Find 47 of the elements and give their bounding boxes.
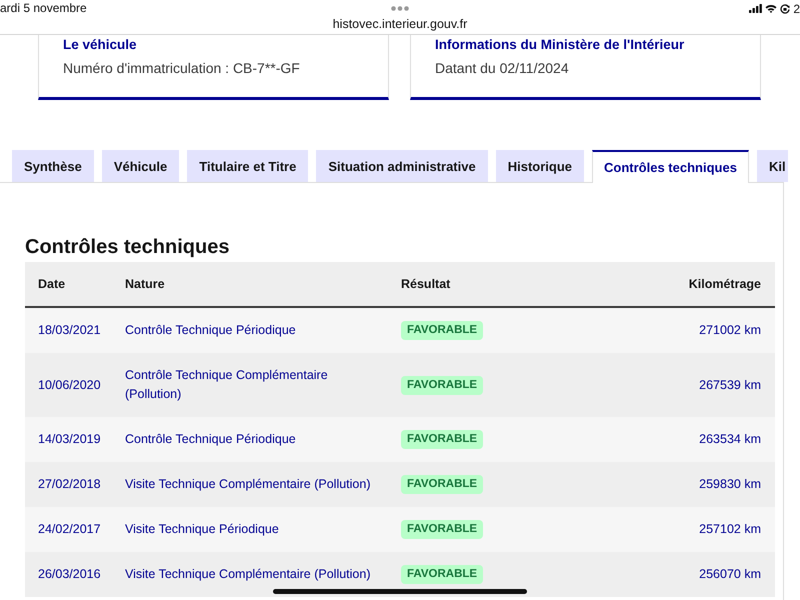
table-cell-text: 256070 km [698, 566, 762, 583]
card-title: Le véhicule [63, 37, 138, 53]
result-badge: FAVORABLE [401, 321, 484, 340]
status-date: ardi 5 novembre [0, 0, 87, 17]
column-header: Date [37, 276, 66, 292]
table-cell-text: Contrôle Technique Complémentaire (Pollution) [124, 367, 329, 403]
table-cell-text: Visite Technique Complémentaire (Pollution) [124, 566, 372, 583]
wifi-icon [765, 4, 778, 13]
table-cell-text: Visite Technique Complémentaire (Pollution) [124, 476, 372, 493]
column-header: Résultat [400, 276, 452, 292]
result-badge: FAVORABLE [401, 520, 484, 539]
table-cell-text: Contrôle Technique Périodique [124, 322, 297, 339]
table-cell-text: 259830 km [698, 476, 762, 493]
tab[interactable]: Kil [756, 150, 788, 182]
table-cell-text: 257102 km [698, 521, 762, 538]
card-text: Numéro d'immatriculation : CB-7**-GF [63, 59, 301, 78]
tab[interactable]: Situation administrative [316, 150, 488, 182]
signal-icon [749, 4, 762, 13]
table-cell-text: 26/03/2016 [37, 566, 102, 583]
status-text: 2 [793, 2, 800, 16]
url-text[interactable]: histovec.interieur.gouv.fr [332, 17, 468, 32]
table-cell-text: 267539 km [698, 376, 762, 394]
column-header: Nature [124, 276, 166, 292]
column-header: Kilométrage [688, 276, 762, 292]
tab[interactable]: Véhicule [102, 150, 180, 182]
table-cell-text: 18/03/2021 [37, 322, 102, 339]
more-dots-icon[interactable] [391, 6, 409, 11]
result-badge: FAVORABLE [401, 376, 484, 394]
table-cell-text: 10/06/2020 [37, 376, 102, 394]
tab[interactable]: Titulaire et Titre [187, 150, 308, 182]
card-text: Datant du 02/11/2024 [435, 59, 570, 78]
table-cell-text: 27/02/2018 [37, 476, 102, 493]
result-badge: FAVORABLE [401, 565, 484, 584]
circle-arrow-icon [780, 4, 790, 14]
tab[interactable]: Historique [496, 150, 584, 182]
table-cell-text: Contrôle Technique Périodique [124, 431, 297, 448]
table-cell-text: 263534 km [698, 431, 762, 448]
section-heading: Contrôles techniques [25, 235, 230, 259]
result-badge: FAVORABLE [401, 475, 484, 494]
tab[interactable]: Synthèse [12, 150, 94, 182]
result-badge: FAVORABLE [401, 430, 484, 449]
table-cell-text: Visite Technique Périodique [124, 521, 280, 538]
table-cell-text: 271002 km [698, 322, 762, 339]
tab[interactable]: Contrôles techniques [592, 150, 749, 183]
card-title: Informations du Ministère de l'Intérieur [435, 37, 686, 53]
table-cell-text: 14/03/2019 [37, 431, 102, 448]
table-cell-text: 24/02/2017 [37, 521, 102, 538]
